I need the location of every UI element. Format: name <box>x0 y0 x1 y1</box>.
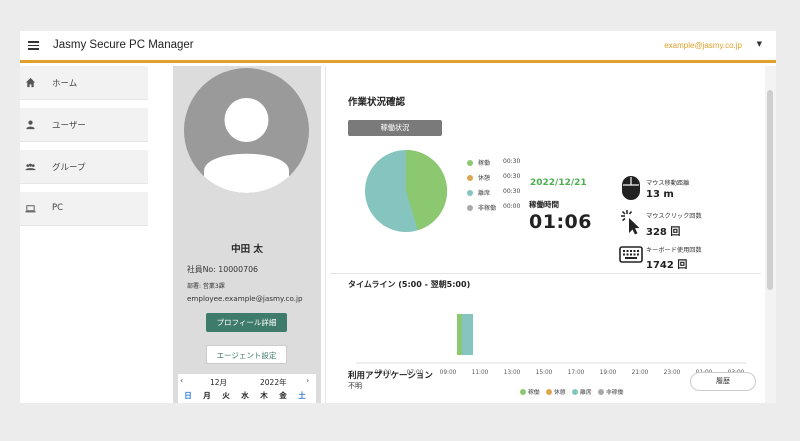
home-icon <box>25 77 36 88</box>
timeline-bar-working <box>457 314 462 355</box>
app-header: Jasmy Secure PC Manager example@jasmy.co… <box>20 31 776 63</box>
calendar-month: 12月 <box>210 378 228 387</box>
section-title: 作業状況確認 <box>348 97 406 108</box>
timeline-tick: 11:00 <box>471 370 489 376</box>
chevron-right-icon[interactable]: › <box>306 376 309 385</box>
mouse-click-value: 328 回 <box>646 227 681 238</box>
tab-operation-status[interactable]: 稼働状況 <box>348 120 442 136</box>
status-date: 2022/12/21 <box>530 178 587 188</box>
app-title: Jasmy Secure PC Manager <box>53 39 194 51</box>
chevron-down-icon[interactable]: ▼ <box>757 40 762 48</box>
timeline-title: タイムライン (5:00 - 翌朝5:00) <box>348 280 471 289</box>
timeline-tick: 15:00 <box>535 370 553 376</box>
employee-number: 社員No: 10000706 <box>187 265 258 274</box>
sidebar-item-label: グループ <box>52 163 86 173</box>
weekday-mon: 月 <box>203 391 211 400</box>
keyboard-icon <box>619 246 643 263</box>
keyboard-usage-label: キーボード使用回数 <box>646 247 702 254</box>
calendar-year: 2022年 <box>260 378 287 387</box>
timeline-legend-break: 休憩 <box>546 387 566 396</box>
chevron-left-icon[interactable]: ‹ <box>180 376 183 385</box>
sidebar: ホーム ユーザー グループ PC <box>20 66 148 403</box>
timeline-legend-working: 稼働 <box>520 387 540 396</box>
operating-time-value: 01:06 <box>529 211 592 233</box>
legend-away: 離席 00:30 <box>467 188 520 197</box>
applications-title: 利用アプリケーション <box>348 371 433 381</box>
sidebar-item-label: PC <box>52 203 64 213</box>
timeline-tick: 17:00 <box>567 370 585 376</box>
group-icon <box>25 163 36 171</box>
operating-time-label: 稼働時間 <box>529 200 559 209</box>
cursor-click-icon <box>621 210 640 235</box>
weekday-sun: 日 <box>184 391 192 400</box>
user-email-menu[interactable]: example@jasmy.co.jp <box>664 41 742 50</box>
timeline-chart <box>356 314 746 364</box>
timeline-tick: 19:00 <box>599 370 617 376</box>
sidebar-item-home[interactable]: ホーム <box>20 66 148 100</box>
work-status-panel: 作業状況確認 稼働状況 稼働 00:30 休憩 00:30 離席 00:30 非稼働 0… <box>326 66 765 403</box>
weekday-thu: 木 <box>260 391 268 400</box>
timeline-tick: 23:00 <box>663 370 681 376</box>
profile-detail-button[interactable]: プロフィール詳細 <box>206 313 287 332</box>
section-divider <box>330 273 761 274</box>
timeline-bar-away <box>462 314 473 355</box>
profile-name: 中田 太 <box>231 244 263 255</box>
legend-working: 稼働 00:30 <box>467 158 520 167</box>
weekday-wed: 水 <box>241 391 249 400</box>
mouse-distance-value: 13 m <box>646 189 674 200</box>
work-status-pie-chart <box>365 149 448 232</box>
mouse-click-label: マウスクリック回数 <box>646 213 702 220</box>
user-avatar-icon <box>204 98 289 193</box>
timeline-legend-away: 離席 <box>572 387 592 396</box>
sidebar-item-users[interactable]: ユーザー <box>20 108 148 142</box>
avatar <box>184 68 309 193</box>
person-icon <box>26 120 35 130</box>
profile-panel: 中田 太 社員No: 10000706 部署: 営業3課 employee.ex… <box>173 66 321 403</box>
department: 部署: 営業3課 <box>187 283 225 290</box>
calendar: ‹ 12月 2022年 › 日 月 火 水 木 金 土 <box>178 374 316 403</box>
history-button[interactable]: 履歴 <box>690 372 756 391</box>
menu-icon[interactable] <box>28 41 39 50</box>
weekday-fri: 金 <box>279 391 287 400</box>
sidebar-item-label: ユーザー <box>52 121 86 131</box>
timeline-tick: 13:00 <box>503 370 521 376</box>
sidebar-item-label: ホーム <box>52 79 78 89</box>
agent-settings-button[interactable]: エージェント設定 <box>206 345 287 364</box>
scrollbar[interactable] <box>765 66 776 403</box>
mouse-distance-label: マウス移動距離 <box>646 180 690 187</box>
legend-idle: 非稼働 00:00 <box>467 203 520 212</box>
sidebar-item-pc[interactable]: PC <box>20 192 148 226</box>
timeline-legend-idle: 非稼働 <box>598 387 623 396</box>
app-window: Jasmy Secure PC Manager example@jasmy.co… <box>20 31 776 403</box>
calendar-header: ‹ 12月 2022年 › <box>178 374 316 390</box>
timeline-tick: 09:00 <box>439 370 457 376</box>
laptop-icon <box>25 205 36 213</box>
timeline-tick: 21:00 <box>631 370 649 376</box>
keyboard-usage-value: 1742 回 <box>646 260 688 271</box>
sidebar-item-groups[interactable]: グループ <box>20 150 148 184</box>
weekday-tue: 火 <box>222 391 230 400</box>
employee-email: employee.example@jasmy.co.jp <box>187 294 303 303</box>
weekday-sat: 土 <box>298 391 306 400</box>
legend-break: 休憩 00:30 <box>467 173 520 182</box>
scrollbar-thumb[interactable] <box>767 90 773 290</box>
mouse-icon <box>622 176 640 200</box>
applications-value: 不明 <box>348 382 362 390</box>
